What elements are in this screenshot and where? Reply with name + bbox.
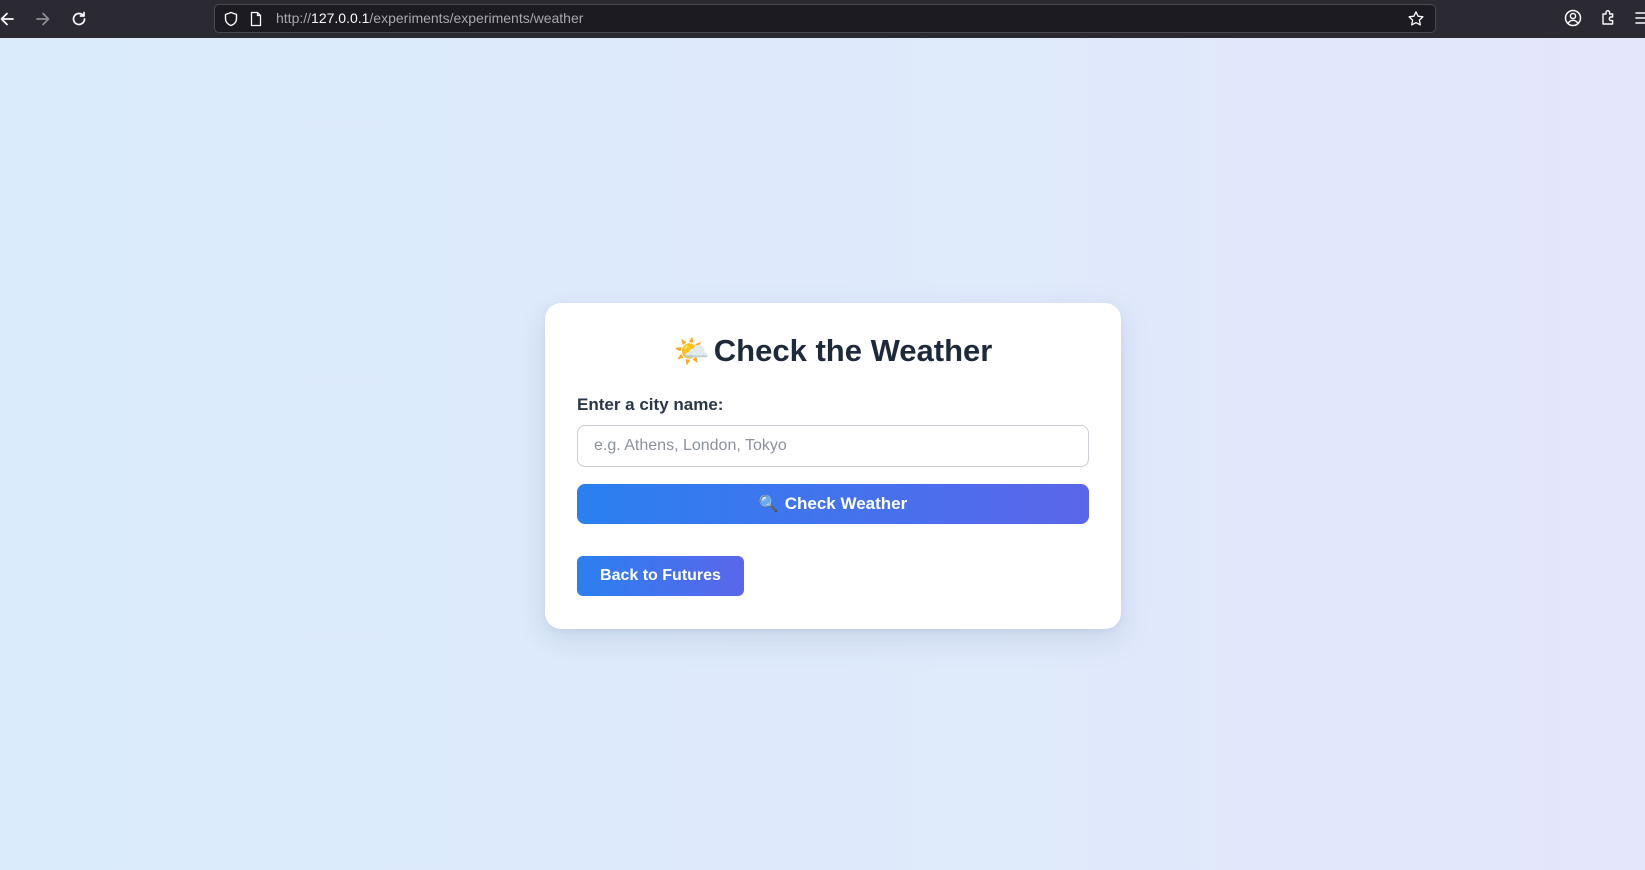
forward-arrow-icon[interactable]: [30, 6, 56, 32]
check-weather-label: Check Weather: [784, 494, 908, 513]
bookmark-star-icon[interactable]: [1407, 10, 1425, 28]
address-bar[interactable]: http://127.0.0.1/experiments/experiments…: [214, 4, 1436, 33]
back-arrow-icon[interactable]: [0, 6, 20, 32]
magnifier-icon: 🔍: [758, 496, 779, 513]
back-to-futures-label: Back to Futures: [600, 567, 721, 584]
title-text: Check the Weather: [713, 333, 993, 368]
page-title: 🌤️ Check the Weather: [545, 331, 1121, 372]
back-to-futures-button[interactable]: Back to Futures: [577, 556, 744, 596]
reload-icon[interactable]: [66, 6, 92, 32]
city-input[interactable]: [577, 425, 1089, 467]
weather-card: 🌤️Check the Weather Enter a city name: 🔍…: [545, 303, 1121, 629]
account-icon[interactable]: [1563, 8, 1585, 30]
url-host: 127.0.0.1: [311, 10, 370, 26]
url-path: /experiments/experiments/weather: [369, 10, 584, 26]
city-label: Enter a city name:: [577, 395, 724, 414]
url-prefix: http://: [276, 10, 312, 26]
page-background: 🌤️Check the Weather Enter a city name: 🔍…: [0, 38, 1645, 870]
check-weather-button[interactable]: 🔍 Check Weather: [577, 484, 1089, 524]
page-icon[interactable]: [248, 11, 264, 27]
extensions-icon[interactable]: [1599, 8, 1621, 30]
sun-behind-cloud-icon: 🌤️: [673, 336, 710, 368]
shield-icon[interactable]: [223, 11, 239, 27]
browser-toolbar: http://127.0.0.1/experiments/experiments…: [0, 0, 1645, 39]
url-text[interactable]: http://127.0.0.1/experiments/experiments…: [276, 5, 583, 32]
menu-icon[interactable]: [1634, 8, 1645, 30]
